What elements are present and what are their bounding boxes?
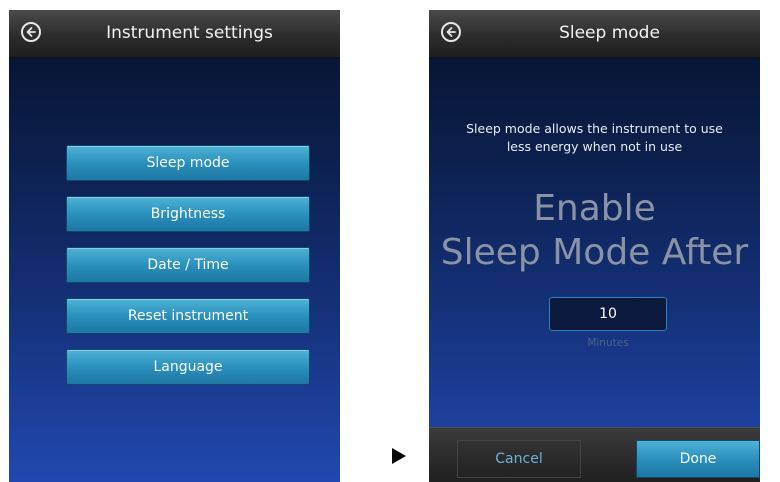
- sleep-mode-button[interactable]: Sleep mode: [66, 145, 310, 181]
- back-button[interactable]: [441, 22, 461, 42]
- date-time-button[interactable]: Date / Time: [66, 247, 310, 283]
- minutes-input[interactable]: 10: [549, 297, 667, 331]
- cancel-button[interactable]: Cancel: [457, 440, 581, 478]
- language-button[interactable]: Language: [66, 349, 310, 385]
- sleep-mode-screen: Sleep mode Sleep mode allows the instrum…: [429, 10, 760, 482]
- instrument-settings-screen: Instrument settings Sleep mode Brightnes…: [9, 10, 340, 482]
- description-line-1: Sleep mode allows the instrument to use: [466, 121, 723, 136]
- title-bar: Instrument settings: [9, 10, 340, 58]
- sleep-mode-description: Sleep mode allows the instrument to use …: [439, 120, 750, 156]
- minutes-unit-label: Minutes: [587, 337, 629, 349]
- page-title: Sleep mode: [559, 23, 660, 43]
- bottom-action-bar: Cancel Done: [429, 427, 760, 482]
- reset-instrument-button[interactable]: Reset instrument: [66, 298, 310, 334]
- play-arrow-icon: [392, 448, 406, 464]
- back-arrow-icon: [446, 27, 456, 37]
- page-title: Instrument settings: [106, 23, 273, 43]
- enable-heading: Enable: [533, 188, 656, 229]
- back-arrow-icon: [26, 27, 36, 37]
- title-bar: Sleep mode: [429, 10, 760, 58]
- done-button[interactable]: Done: [636, 440, 760, 478]
- brightness-button[interactable]: Brightness: [66, 196, 310, 232]
- description-line-2: less energy when not in use: [506, 139, 683, 154]
- sleep-mode-after-heading: Sleep Mode After: [440, 232, 749, 273]
- back-button[interactable]: [21, 22, 41, 42]
